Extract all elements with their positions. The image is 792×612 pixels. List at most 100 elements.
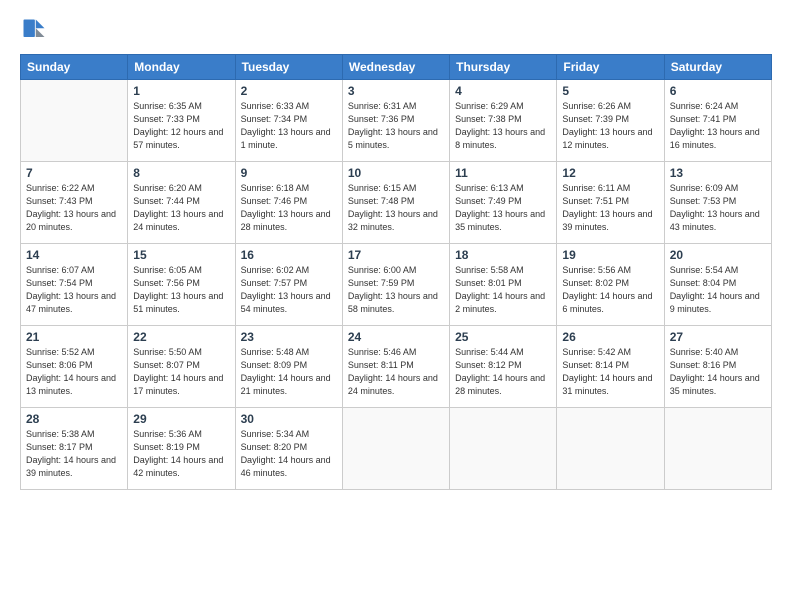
day-cell: 21Sunrise: 5:52 AMSunset: 8:06 PMDayligh… — [21, 326, 128, 408]
day-info: Sunrise: 5:42 AMSunset: 8:14 PMDaylight:… — [562, 346, 658, 398]
day-info: Sunrise: 6:33 AMSunset: 7:34 PMDaylight:… — [241, 100, 337, 152]
day-number: 4 — [455, 84, 551, 98]
day-cell: 24 Sunrise: 5:46 AMSunset: 8:11 PMDayligh… — [342, 326, 449, 408]
day-number: 3 — [348, 84, 444, 98]
day-cell: 27 Sunrise: 5:40 AMSunset: 8:16 PMDayligh… — [664, 326, 771, 408]
day-info: Sunrise: 5:38 AMSunset: 8:17 PMDaylight:… — [26, 428, 122, 480]
day-cell: 11 Sunrise: 6:13 AMSunset: 7:49 PMDayligh… — [450, 162, 557, 244]
col-header-monday: Monday — [128, 55, 235, 80]
day-cell: 22 Sunrise: 5:50 AMSunset: 8:07 PMDayligh… — [128, 326, 235, 408]
logo-icon — [20, 16, 48, 44]
day-cell: 10 Sunrise: 6:15 AMSunset: 7:48 PMDayligh… — [342, 162, 449, 244]
day-cell: 6 Sunrise: 6:24 AMSunset: 7:41 PMDaylight… — [664, 80, 771, 162]
day-info: Sunrise: 6:26 AMSunset: 7:39 PMDaylight:… — [562, 100, 658, 152]
day-info: Sunrise: 5:56 AMSunset: 8:02 PMDaylight:… — [562, 264, 658, 316]
week-row-3: 14Sunrise: 6:07 AMSunset: 7:54 PMDayligh… — [21, 244, 772, 326]
day-number: 25 — [455, 330, 551, 344]
day-info: Sunrise: 6:20 AMSunset: 7:44 PMDaylight:… — [133, 182, 229, 234]
day-number: 18 — [455, 248, 551, 262]
day-number: 12 — [562, 166, 658, 180]
week-row-2: 7 Sunrise: 6:22 AMSunset: 7:43 PMDaylight… — [21, 162, 772, 244]
day-cell — [557, 408, 664, 490]
day-number: 19 — [562, 248, 658, 262]
header-row: SundayMondayTuesdayWednesdayThursdayFrid… — [21, 55, 772, 80]
day-cell: 1 Sunrise: 6:35 AMSunset: 7:33 PMDaylight… — [128, 80, 235, 162]
day-cell: 16Sunrise: 6:02 AMSunset: 7:57 PMDayligh… — [235, 244, 342, 326]
day-number: 1 — [133, 84, 229, 98]
logo — [20, 16, 52, 44]
day-number: 24 — [348, 330, 444, 344]
week-row-1: 1 Sunrise: 6:35 AMSunset: 7:33 PMDaylight… — [21, 80, 772, 162]
day-cell: 7 Sunrise: 6:22 AMSunset: 7:43 PMDaylight… — [21, 162, 128, 244]
day-cell — [664, 408, 771, 490]
day-info: Sunrise: 6:24 AMSunset: 7:41 PMDaylight:… — [670, 100, 766, 152]
week-row-5: 28 Sunrise: 5:38 AMSunset: 8:17 PMDayligh… — [21, 408, 772, 490]
day-cell: 28 Sunrise: 5:38 AMSunset: 8:17 PMDayligh… — [21, 408, 128, 490]
day-number: 23 — [241, 330, 337, 344]
day-info: Sunrise: 6:13 AMSunset: 7:49 PMDaylight:… — [455, 182, 551, 234]
day-info: Sunrise: 5:36 AMSunset: 8:19 PMDaylight:… — [133, 428, 229, 480]
day-info: Sunrise: 5:58 AMSunset: 8:01 PMDaylight:… — [455, 264, 551, 316]
page: SundayMondayTuesdayWednesdayThursdayFrid… — [0, 0, 792, 612]
day-info: Sunrise: 6:02 AMSunset: 7:57 PMDaylight:… — [241, 264, 337, 316]
calendar-table: SundayMondayTuesdayWednesdayThursdayFrid… — [20, 54, 772, 490]
day-info: Sunrise: 5:40 AMSunset: 8:16 PMDaylight:… — [670, 346, 766, 398]
day-cell: 26 Sunrise: 5:42 AMSunset: 8:14 PMDayligh… — [557, 326, 664, 408]
day-info: Sunrise: 5:48 AMSunset: 8:09 PMDaylight:… — [241, 346, 337, 398]
day-number: 11 — [455, 166, 551, 180]
day-info: Sunrise: 5:54 AMSunset: 8:04 PMDaylight:… — [670, 264, 766, 316]
col-header-tuesday: Tuesday — [235, 55, 342, 80]
day-number: 30 — [241, 412, 337, 426]
day-info: Sunrise: 6:11 AMSunset: 7:51 PMDaylight:… — [562, 182, 658, 234]
day-cell: 3Sunrise: 6:31 AMSunset: 7:36 PMDaylight… — [342, 80, 449, 162]
day-number: 8 — [133, 166, 229, 180]
day-number: 13 — [670, 166, 766, 180]
day-cell: 2Sunrise: 6:33 AMSunset: 7:34 PMDaylight… — [235, 80, 342, 162]
day-cell: 18 Sunrise: 5:58 AMSunset: 8:01 PMDayligh… — [450, 244, 557, 326]
day-number: 7 — [26, 166, 122, 180]
day-number: 6 — [670, 84, 766, 98]
day-number: 29 — [133, 412, 229, 426]
day-number: 28 — [26, 412, 122, 426]
col-header-thursday: Thursday — [450, 55, 557, 80]
day-cell — [21, 80, 128, 162]
day-cell: 5 Sunrise: 6:26 AMSunset: 7:39 PMDaylight… — [557, 80, 664, 162]
day-number: 15 — [133, 248, 229, 262]
day-number: 27 — [670, 330, 766, 344]
day-cell: 29 Sunrise: 5:36 AMSunset: 8:19 PMDayligh… — [128, 408, 235, 490]
day-number: 14 — [26, 248, 122, 262]
week-row-4: 21Sunrise: 5:52 AMSunset: 8:06 PMDayligh… — [21, 326, 772, 408]
day-cell — [342, 408, 449, 490]
day-cell: 14Sunrise: 6:07 AMSunset: 7:54 PMDayligh… — [21, 244, 128, 326]
day-info: Sunrise: 6:18 AMSunset: 7:46 PMDaylight:… — [241, 182, 337, 234]
day-cell: 9Sunrise: 6:18 AMSunset: 7:46 PMDaylight… — [235, 162, 342, 244]
day-cell: 17 Sunrise: 6:00 AMSunset: 7:59 PMDayligh… — [342, 244, 449, 326]
day-number: 26 — [562, 330, 658, 344]
day-info: Sunrise: 5:34 AMSunset: 8:20 PMDaylight:… — [241, 428, 337, 480]
day-info: Sunrise: 5:44 AMSunset: 8:12 PMDaylight:… — [455, 346, 551, 398]
day-number: 10 — [348, 166, 444, 180]
col-header-wednesday: Wednesday — [342, 55, 449, 80]
day-info: Sunrise: 6:15 AMSunset: 7:48 PMDaylight:… — [348, 182, 444, 234]
day-cell: 4 Sunrise: 6:29 AMSunset: 7:38 PMDaylight… — [450, 80, 557, 162]
day-info: Sunrise: 6:00 AMSunset: 7:59 PMDaylight:… — [348, 264, 444, 316]
day-info: Sunrise: 5:46 AMSunset: 8:11 PMDaylight:… — [348, 346, 444, 398]
day-cell — [450, 408, 557, 490]
col-header-friday: Friday — [557, 55, 664, 80]
day-cell: 25 Sunrise: 5:44 AMSunset: 8:12 PMDayligh… — [450, 326, 557, 408]
day-number: 22 — [133, 330, 229, 344]
day-info: Sunrise: 6:22 AMSunset: 7:43 PMDaylight:… — [26, 182, 122, 234]
day-cell: 20Sunrise: 5:54 AMSunset: 8:04 PMDayligh… — [664, 244, 771, 326]
header — [20, 16, 772, 44]
day-number: 5 — [562, 84, 658, 98]
day-info: Sunrise: 6:09 AMSunset: 7:53 PMDaylight:… — [670, 182, 766, 234]
day-info: Sunrise: 6:29 AMSunset: 7:38 PMDaylight:… — [455, 100, 551, 152]
day-info: Sunrise: 5:50 AMSunset: 8:07 PMDaylight:… — [133, 346, 229, 398]
day-cell: 23 Sunrise: 5:48 AMSunset: 8:09 PMDayligh… — [235, 326, 342, 408]
day-number: 21 — [26, 330, 122, 344]
day-cell: 13 Sunrise: 6:09 AMSunset: 7:53 PMDayligh… — [664, 162, 771, 244]
day-info: Sunrise: 6:35 AMSunset: 7:33 PMDaylight:… — [133, 100, 229, 152]
day-number: 17 — [348, 248, 444, 262]
day-cell: 19 Sunrise: 5:56 AMSunset: 8:02 PMDayligh… — [557, 244, 664, 326]
day-cell: 30 Sunrise: 5:34 AMSunset: 8:20 PMDayligh… — [235, 408, 342, 490]
